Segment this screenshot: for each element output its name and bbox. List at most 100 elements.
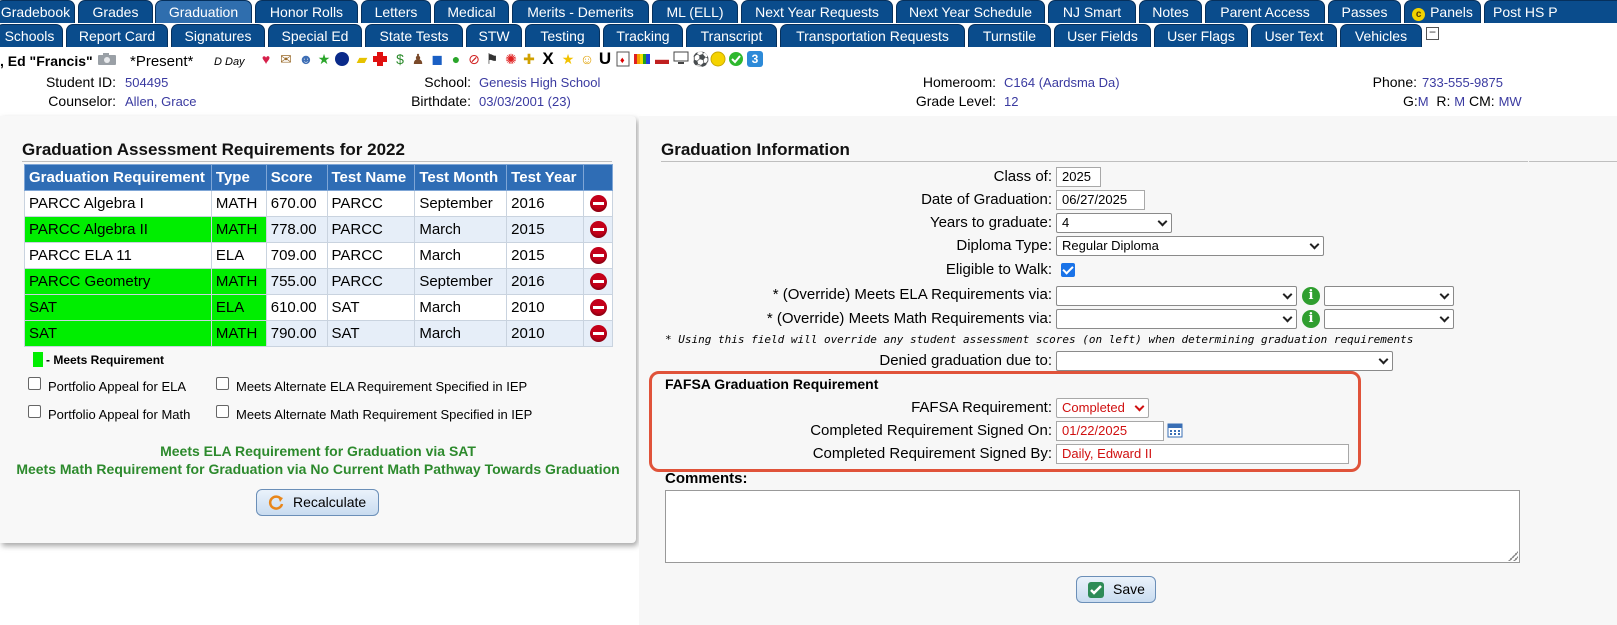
tab-parent-access[interactable]: Parent Access	[1205, 0, 1325, 23]
dollar-icon[interactable]: $	[392, 51, 408, 67]
resize-grip-icon[interactable]	[1508, 551, 1518, 561]
mailbox-icon[interactable]: ✉	[278, 51, 294, 67]
signed-by-field[interactable]: Daily, Edward II	[1056, 444, 1349, 464]
alternate-ela-iep-checkbox[interactable]	[216, 377, 229, 390]
override-ela-secondary-select[interactable]	[1324, 286, 1454, 306]
tab-tracking[interactable]: Tracking	[603, 24, 683, 47]
eligible-to-walk-checkbox[interactable]	[1061, 263, 1075, 277]
tab-signatures[interactable]: Signatures	[171, 24, 265, 47]
tab-nj-smart[interactable]: NJ Smart	[1048, 0, 1136, 23]
delete-icon[interactable]	[589, 299, 607, 317]
test-name-cell: PARCC	[326, 190, 416, 217]
smiley-heart-eyes-icon[interactable]: ☺	[579, 51, 595, 67]
column-header[interactable]: Graduation Requirement	[24, 164, 212, 191]
tab-label: Notes	[1152, 4, 1189, 20]
runner-icon[interactable]: ⚑	[484, 51, 500, 67]
number-badge-icon[interactable]: 3	[747, 51, 763, 67]
override-math-secondary-select[interactable]	[1324, 309, 1454, 329]
heart-icon[interactable]: ♥	[258, 51, 274, 67]
rainbow-bar-icon[interactable]	[634, 51, 650, 67]
camera-icon[interactable]	[97, 52, 117, 66]
override-math-select[interactable]	[1056, 309, 1297, 329]
tab-post-hs[interactable]: Post HS P	[1484, 0, 1617, 23]
override-ela-select[interactable]	[1056, 286, 1297, 306]
tab-user-fields[interactable]: User Fields	[1054, 24, 1151, 47]
score-cell: 610.00	[265, 294, 328, 321]
tab-user-text[interactable]: User Text	[1251, 24, 1337, 47]
playing-card-icon[interactable]: ♦	[615, 51, 631, 67]
years-to-graduate-select[interactable]: 4	[1056, 213, 1172, 233]
delete-icon[interactable]	[589, 221, 607, 239]
tab-graduation[interactable]: Graduation	[155, 0, 252, 23]
sun-burst-icon[interactable]: ✺	[503, 51, 519, 67]
diploma-type-select[interactable]: Regular Diploma	[1056, 236, 1324, 256]
tab-state-tests[interactable]: State Tests	[365, 24, 463, 47]
math-info-icon[interactable]: i	[1302, 310, 1320, 328]
tab-label: Letters	[374, 4, 418, 20]
people-icon[interactable]: ☻	[298, 51, 314, 67]
denied-graduation-select[interactable]	[1056, 351, 1393, 371]
tab-next-year-schedule[interactable]: Next Year Schedule	[896, 0, 1045, 23]
delete-icon[interactable]	[589, 247, 607, 265]
tab-gradebook[interactable]: Gradebook	[0, 0, 75, 23]
tab-medical[interactable]: Medical	[434, 0, 509, 23]
tab-ml-ell[interactable]: ML (ELL)	[652, 0, 738, 23]
tab-honor-rolls[interactable]: Honor Rolls	[255, 0, 358, 23]
green-star-icon[interactable]: ★	[316, 51, 332, 67]
tab-next-year-requests[interactable]: Next Year Requests	[741, 0, 893, 23]
tab-grades[interactable]: Grades	[78, 0, 153, 23]
date-of-graduation-field[interactable]: 06/27/2025	[1056, 190, 1145, 210]
cross-plus-icon[interactable]: ✚	[521, 51, 537, 67]
tab-stw[interactable]: STW	[466, 24, 522, 47]
red-cross-icon[interactable]	[372, 51, 388, 67]
yellow-dot-icon[interactable]	[710, 51, 726, 67]
portfolio-appeal-ela-checkbox[interactable]	[28, 377, 41, 390]
car-icon[interactable]: ▬	[654, 51, 670, 67]
folder-icon[interactable]: ▰	[354, 51, 370, 67]
person-icon[interactable]: ♟	[410, 51, 426, 67]
column-header[interactable]: Test Month	[414, 164, 508, 191]
tab-letters[interactable]: Letters	[361, 0, 431, 23]
class-of-field[interactable]: 2025	[1056, 167, 1101, 187]
tab-user-flags[interactable]: User Flags	[1154, 24, 1248, 47]
tab-testing[interactable]: Testing	[525, 24, 600, 47]
collapse-tabs-toggle[interactable]: −	[1426, 26, 1439, 40]
computer-icon[interactable]	[673, 51, 689, 67]
x-icon[interactable]: X	[540, 50, 556, 67]
tab-schools[interactable]: Schools	[0, 24, 63, 47]
tab-panels[interactable]: c Panels	[1404, 0, 1481, 23]
column-header[interactable]: Score	[265, 164, 328, 191]
tab-turnstile[interactable]: Turnstile	[968, 24, 1051, 47]
column-header[interactable]: Test Year	[506, 164, 585, 191]
soccer-ball-icon[interactable]: ⚽	[692, 51, 709, 67]
recalculate-button[interactable]: Recalculate	[256, 489, 379, 516]
tab-notes[interactable]: Notes	[1139, 0, 1202, 23]
tab-report-card[interactable]: Report Card	[66, 24, 168, 47]
tab-transportation-requests[interactable]: Transportation Requests	[780, 24, 965, 47]
no-entry-icon[interactable]: ⊘	[466, 51, 482, 67]
delete-icon[interactable]	[589, 325, 607, 343]
fafsa-requirement-select[interactable]: Completed	[1056, 398, 1149, 418]
ela-info-icon[interactable]: i	[1302, 287, 1320, 305]
green-check-circle-icon[interactable]	[728, 51, 744, 67]
portfolio-appeal-math-checkbox[interactable]	[28, 405, 41, 418]
speech-bubble-icon[interactable]: ●	[448, 51, 464, 67]
u-icon[interactable]: U	[597, 50, 613, 67]
tab-special-ed[interactable]: Special Ed	[268, 24, 362, 47]
blue-circle-icon[interactable]	[334, 51, 350, 67]
column-header[interactable]: Test Name	[326, 164, 416, 191]
column-header[interactable]: Type	[210, 164, 267, 191]
calendar-icon[interactable]	[1167, 422, 1183, 438]
yellow-star-icon[interactable]: ★	[560, 51, 576, 67]
cube-icon[interactable]: ◼	[429, 51, 445, 67]
comments-textarea[interactable]	[665, 490, 1520, 563]
tab-transcript[interactable]: Transcript	[686, 24, 777, 47]
alternate-math-iep-checkbox[interactable]	[216, 405, 229, 418]
tab-merits-demerits[interactable]: Merits - Demerits	[512, 0, 649, 23]
tab-vehicles[interactable]: Vehicles	[1340, 24, 1422, 47]
signed-on-field[interactable]: 01/22/2025	[1056, 421, 1164, 441]
delete-icon[interactable]	[589, 273, 607, 291]
save-button[interactable]: Save	[1076, 576, 1156, 603]
tab-passes[interactable]: Passes	[1328, 0, 1401, 23]
delete-icon[interactable]	[589, 195, 607, 213]
